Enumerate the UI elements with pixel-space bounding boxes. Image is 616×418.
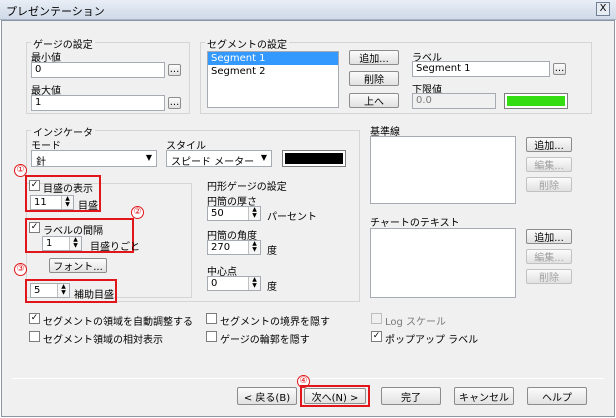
- lower-limit-input[interactable]: 0.0: [412, 93, 496, 109]
- center-unit: 度: [267, 282, 277, 293]
- label-interval-unit: 目盛りごと: [90, 242, 140, 253]
- angle-spinner[interactable]: ▲ ▼: [248, 241, 260, 254]
- segment-list[interactable]: Segment 1 Segment 2: [207, 51, 339, 108]
- label-interval-spinner[interactable]: ▲ ▼: [69, 237, 81, 250]
- relative-display-label: セグメント領域の相対表示: [43, 335, 163, 346]
- log-scale-label: Log スケール: [385, 317, 447, 328]
- segment-list-item[interactable]: Segment 1: [208, 52, 338, 65]
- minor-tick-value: 5: [34, 285, 41, 296]
- back-button[interactable]: < 戻る(B): [237, 387, 297, 405]
- popup-label-checkbox[interactable]: ✓: [371, 331, 382, 342]
- angle-input[interactable]: 270 ▲ ▼: [207, 240, 261, 255]
- next-button[interactable]: 次へ(N) >: [304, 388, 366, 404]
- relative-display-checkbox[interactable]: [29, 331, 40, 342]
- baseline-delete-button[interactable]: 削除: [526, 177, 572, 192]
- center-value: 0: [211, 278, 218, 289]
- label-interval-label: ラベルの間隔: [43, 226, 103, 237]
- hide-segment-border-checkbox[interactable]: [206, 313, 217, 324]
- finish-button[interactable]: 完了: [381, 387, 441, 405]
- angle-value: 270: [211, 242, 231, 253]
- chevron-down-icon: ▼: [260, 153, 267, 162]
- min-value-browse-button[interactable]: ...: [168, 64, 181, 76]
- help-button[interactable]: ヘルプ: [527, 387, 587, 405]
- segment-settings-label: セグメントの設定: [205, 36, 289, 51]
- baseline-add-button[interactable]: 追加...: [526, 137, 572, 152]
- segment-add-button[interactable]: 追加...: [349, 50, 399, 65]
- tick-count-spinner[interactable]: ▲ ▼: [61, 196, 73, 209]
- minor-tick-unit: 補助目盛: [74, 290, 114, 301]
- popup-label-label: ポップアップ ラベル: [385, 335, 479, 346]
- label-interval-input[interactable]: 1 ▲ ▼: [42, 236, 82, 251]
- segment-label-browse-button[interactable]: ...: [553, 63, 566, 75]
- segment-color-swatch: [507, 96, 565, 106]
- log-scale-checkbox[interactable]: [371, 313, 382, 324]
- auto-adjust-label: セグメントの領域を自動調整する: [43, 317, 193, 328]
- max-value-browse-button[interactable]: ...: [168, 97, 181, 109]
- font-button[interactable]: フォント...: [49, 258, 107, 273]
- chart-text-delete-button[interactable]: 削除: [526, 269, 572, 284]
- thickness-spinner[interactable]: ▲ ▼: [248, 207, 260, 220]
- mode-select-value: 針: [36, 157, 46, 168]
- tick-unit-label: 目盛: [78, 201, 98, 212]
- center-spinner[interactable]: ▲ ▼: [248, 277, 260, 290]
- thickness-input[interactable]: 50 ▲ ▼: [207, 206, 261, 221]
- segment-color-button[interactable]: [504, 93, 568, 109]
- label-interval-value: 1: [46, 238, 53, 249]
- segment-label-input[interactable]: Segment 1: [412, 61, 550, 77]
- close-button[interactable]: X: [596, 2, 610, 16]
- window-title: プレゼンテーション: [6, 5, 105, 18]
- circle-settings-label: 円形ゲージの設定: [205, 178, 289, 193]
- show-ticks-label: 目盛の表示: [43, 184, 93, 195]
- chevron-down-icon: ▼: [145, 153, 152, 162]
- max-value-input[interactable]: 1: [31, 95, 165, 111]
- chart-text-edit-button[interactable]: 編集...: [526, 249, 572, 264]
- indicator-color-swatch: [285, 153, 343, 164]
- minor-tick-input[interactable]: 5 ▲ ▼: [30, 283, 70, 298]
- segment-up-button[interactable]: 上へ: [349, 93, 399, 108]
- center-input[interactable]: 0 ▲ ▼: [207, 276, 261, 291]
- minor-tick-spinner[interactable]: ▲ ▼: [57, 284, 69, 297]
- show-ticks-checkbox[interactable]: ✓: [29, 180, 40, 191]
- min-value-input[interactable]: 0: [31, 62, 165, 78]
- tick-count-input[interactable]: 11 ▲ ▼: [30, 195, 74, 210]
- segment-list-item[interactable]: Segment 2: [208, 65, 338, 78]
- chart-text-label: チャートのテキスト: [368, 214, 462, 229]
- indicator-color-button[interactable]: [282, 150, 346, 167]
- baseline-list[interactable]: [370, 136, 516, 204]
- cancel-button[interactable]: キャンセル: [454, 387, 514, 405]
- thickness-value: 50: [211, 208, 224, 219]
- angle-unit: 度: [267, 246, 277, 257]
- thickness-unit: パーセント: [267, 212, 317, 223]
- hide-gauge-outline-checkbox[interactable]: [206, 331, 217, 342]
- style-select[interactable]: スピード メーター ▼: [166, 150, 272, 168]
- segment-delete-button[interactable]: 削除: [349, 71, 399, 86]
- annotation-marker-3: ③: [14, 263, 27, 276]
- baseline-edit-button[interactable]: 編集...: [526, 157, 572, 172]
- style-select-value: スピード メーター: [171, 157, 255, 168]
- label-interval-checkbox[interactable]: ✓: [29, 222, 40, 233]
- mode-select[interactable]: 針 ▼: [31, 150, 157, 168]
- hide-gauge-outline-label: ゲージの輪郭を隠す: [220, 335, 310, 346]
- chart-text-list[interactable]: [370, 228, 516, 298]
- auto-adjust-checkbox[interactable]: ✓: [29, 313, 40, 324]
- tick-count-value: 11: [34, 197, 47, 208]
- hide-segment-border-label: セグメントの境界を隠す: [220, 317, 330, 328]
- chart-text-add-button[interactable]: 追加...: [526, 229, 572, 244]
